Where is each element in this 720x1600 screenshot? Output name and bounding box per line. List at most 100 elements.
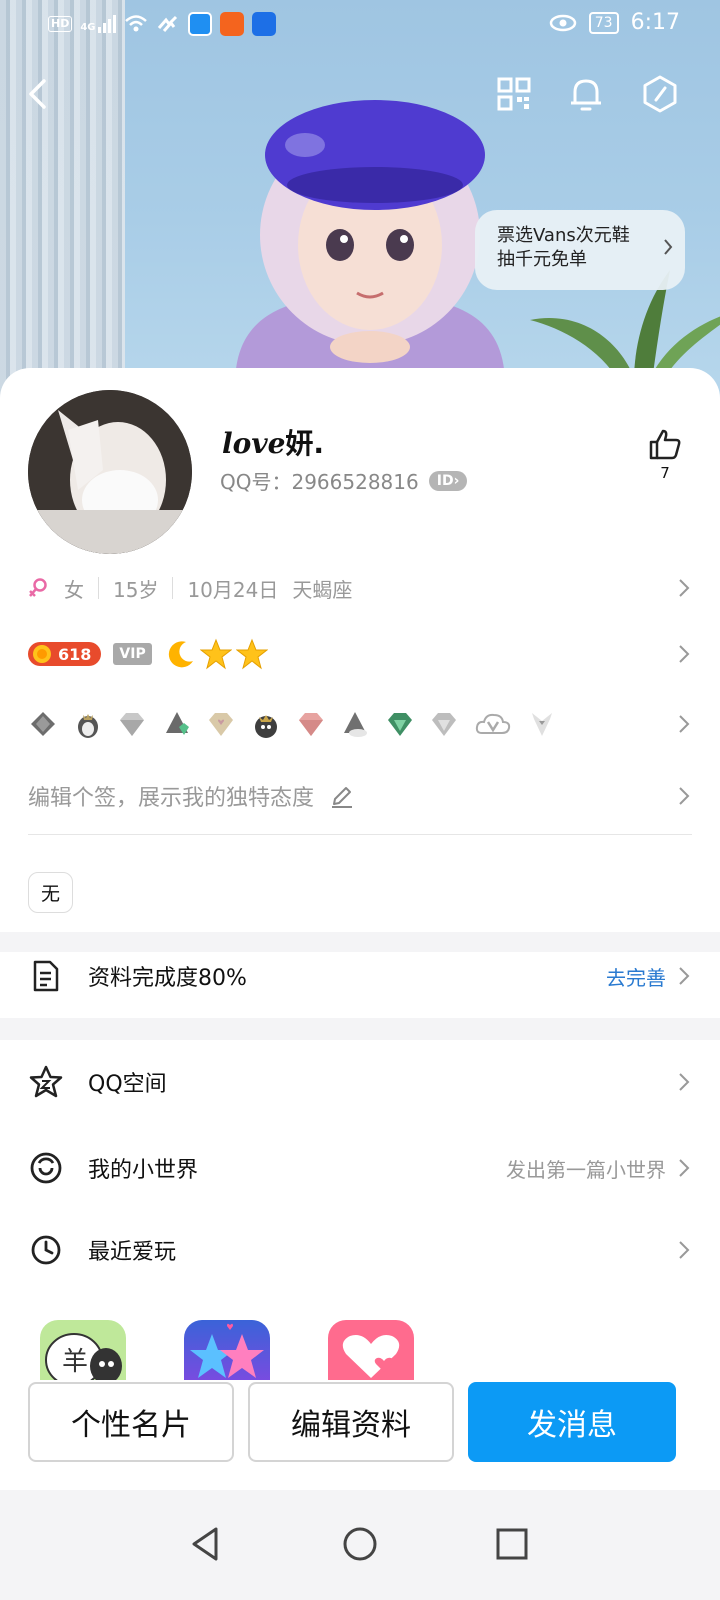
- badges-row[interactable]: [28, 704, 690, 744]
- small-world-label: 我的小世界: [88, 1158, 199, 1183]
- basic-info-row[interactable]: 女 15岁 10月24日 天蝎座: [28, 572, 690, 604]
- promo-line-2: 抽千元免单: [497, 249, 587, 270]
- system-nav-bar: [0, 1490, 720, 1600]
- chevron-right-icon: [679, 645, 690, 663]
- like-button[interactable]: 7: [648, 428, 682, 482]
- sun-icon: [33, 645, 51, 663]
- level-number: 618: [58, 644, 92, 664]
- penguin-badge-icon: [31, 712, 55, 736]
- level-badge: 618: [28, 642, 102, 666]
- hd-indicator: HD: [48, 16, 73, 32]
- sync-icon: [157, 15, 177, 32]
- penguin-crown-icon: [77, 714, 98, 738]
- chevron-right-icon: [679, 787, 690, 805]
- suit-badge-icon: [531, 713, 552, 736]
- qzone-label: QQ空间: [88, 1072, 167, 1097]
- promo-bubble[interactable]: 票选Vans次元鞋 抽千元免单: [475, 210, 685, 290]
- chevron-right-icon: [679, 1241, 690, 1259]
- moon-icon: [168, 641, 193, 668]
- female-icon: [29, 578, 47, 597]
- recent-games: 羊: [40, 1320, 414, 1382]
- divider: [98, 577, 99, 599]
- signal-icon: 4G: [80, 15, 116, 33]
- qq-number-row: QQ号：2966528816 ID›: [220, 466, 468, 495]
- like-count: 7: [660, 464, 670, 482]
- penguin-king-icon: [254, 715, 277, 738]
- birthday-text: 10月24日: [187, 577, 279, 602]
- vip-cloud-icon: [475, 713, 511, 734]
- star-icon: [235, 638, 268, 670]
- small-world-hint: 发出第一篇小世界: [506, 1157, 666, 1182]
- zodiac-text: 天蝎座: [292, 577, 353, 602]
- nav-recents-icon[interactable]: [492, 1524, 532, 1564]
- completion-label: 资料完成度80%: [88, 966, 247, 991]
- qzone-star-icon: [28, 1064, 64, 1100]
- age-text: 15岁: [113, 577, 159, 602]
- qrcode-button[interactable]: [494, 74, 534, 114]
- edit-profile-button[interactable]: 编辑资料: [248, 1382, 454, 1462]
- wifi-icon: [124, 15, 147, 32]
- profile-avatar[interactable]: [28, 390, 192, 554]
- game-heart-icon[interactable]: [328, 1320, 414, 1382]
- battery-indicator: 73: [588, 11, 619, 34]
- chevron-right-icon: [679, 1073, 690, 1091]
- green-gem-icon: [387, 713, 412, 736]
- back-arrow-icon: [29, 79, 46, 109]
- diamond-heart-icon: [209, 713, 234, 736]
- penguin-gem-icon: [165, 712, 189, 735]
- character-avatar: [235, 100, 505, 385]
- profile-card: love妍. QQ号：2966528816 ID› 7 女 15岁 10月24日: [0, 368, 720, 1600]
- grid-app-icon: [219, 12, 244, 36]
- signature-row[interactable]: 编辑个签，展示我的独特态度: [28, 776, 690, 816]
- recent-play-row[interactable]: 最近爱玩: [28, 1220, 690, 1280]
- chevron-right-icon: [679, 715, 690, 733]
- qrcode-icon: [497, 77, 531, 111]
- promo-line-1: 票选Vans次元鞋: [497, 225, 630, 246]
- pencil-icon: [332, 787, 353, 808]
- divider: [28, 834, 692, 835]
- nav-back-icon[interactable]: [186, 1524, 226, 1564]
- profile-completion-row[interactable]: 资料完成度80% 去完善: [28, 946, 690, 1006]
- id-badge[interactable]: ID›: [428, 470, 468, 491]
- vip-badge: VIP: [113, 643, 152, 665]
- nickname: love妍.: [222, 422, 324, 462]
- game-sheep-icon[interactable]: 羊: [40, 1320, 126, 1382]
- curtain-decor: [0, 0, 125, 400]
- section-gap: [0, 1018, 720, 1040]
- level-row[interactable]: 618 VIP: [28, 638, 690, 670]
- small-world-hint-row: 发出第一篇小世界: [506, 1154, 690, 1183]
- svg-text:羊: 羊: [62, 1347, 88, 1377]
- avatar-photo: [28, 390, 192, 554]
- eye-icon: [549, 14, 577, 31]
- chevron-right-icon: [679, 967, 690, 985]
- pink-diamond-icon: [298, 713, 323, 736]
- nickname-love: love: [222, 427, 286, 460]
- hotel-app-icon: [187, 12, 212, 36]
- game-stars-icon[interactable]: [184, 1320, 270, 1382]
- small-world-row[interactable]: 我的小世界 发出第一篇小世界: [28, 1138, 690, 1198]
- send-message-button[interactable]: 发消息: [468, 1382, 676, 1462]
- status-bar: HD 4G 73 6:17: [0, 0, 720, 48]
- nav-home-icon[interactable]: [340, 1524, 380, 1564]
- bell-icon: [571, 79, 601, 111]
- notification-button[interactable]: [566, 74, 606, 114]
- chevron-right-icon: [664, 239, 673, 255]
- chevron-right-icon: [679, 579, 690, 597]
- clock-icon: [28, 1232, 64, 1268]
- hexagon-settings-icon: [643, 75, 677, 113]
- settings-button[interactable]: [640, 74, 680, 114]
- gender-text: 女: [64, 577, 84, 602]
- complete-profile-link[interactable]: 去完善: [606, 962, 690, 991]
- qq-number: QQ号：2966528816: [220, 470, 419, 494]
- profile-cover[interactable]: HD 4G 73 6:17 票选Vans次元鞋 抽千元免单: [0, 0, 720, 400]
- bulb-app-icon: [251, 12, 276, 36]
- chevron-right-icon: [679, 1159, 690, 1177]
- profile-screen: HD 4G 73 6:17 票选Vans次元鞋 抽千元免单 love妍. QQ号…: [0, 0, 720, 1600]
- profile-card-button[interactable]: 个性名片: [28, 1382, 234, 1462]
- star-icon: [199, 638, 232, 670]
- back-button[interactable]: [18, 74, 58, 114]
- document-icon: [28, 958, 64, 994]
- action-bar: 个性名片 编辑资料 发消息: [0, 1380, 720, 1490]
- qzone-row[interactable]: QQ空间: [28, 1052, 690, 1112]
- tag-chip[interactable]: 无: [28, 872, 74, 913]
